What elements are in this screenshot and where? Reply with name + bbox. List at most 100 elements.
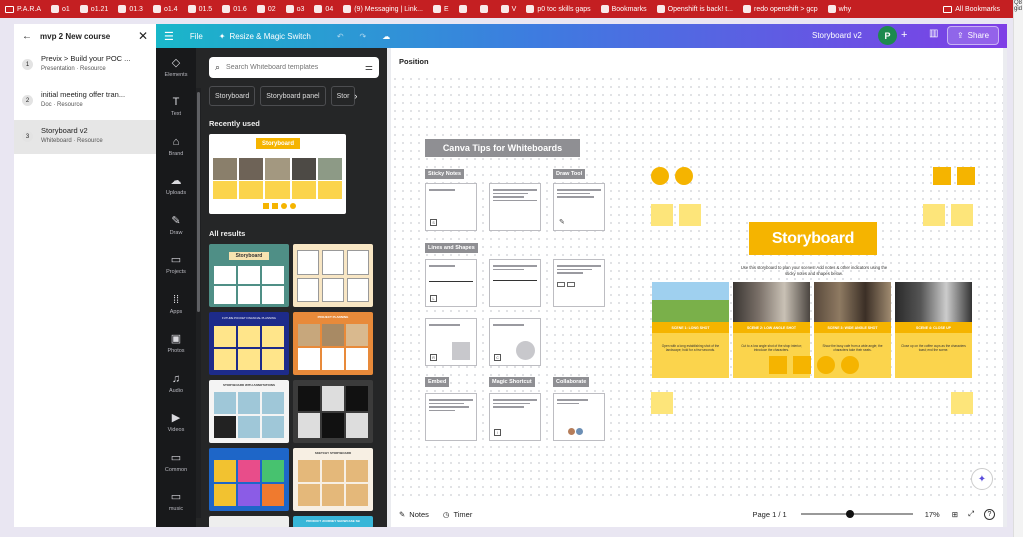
bookmark-item[interactable] xyxy=(475,5,496,13)
template-thumb[interactable] xyxy=(293,380,373,443)
rail-brand[interactable]: ⌂ Brand xyxy=(156,127,196,167)
sticky-note[interactable] xyxy=(679,204,701,226)
rail-music[interactable]: ▭ music xyxy=(156,483,196,523)
filter-chip[interactable]: Storyboard panel xyxy=(260,86,326,106)
document-title[interactable]: Storyboard v2 xyxy=(812,31,862,40)
tip-card[interactable]: / xyxy=(489,393,541,441)
template-search[interactable]: ⌕ ⚌ xyxy=(209,57,379,78)
rail-common[interactable]: ▭ Common xyxy=(156,443,196,483)
course-item[interactable]: 1 Previx > Build your POC ... Presentation… xyxy=(14,48,156,82)
bookmark-item[interactable]: E xyxy=(428,5,454,13)
sticky-note[interactable] xyxy=(651,204,673,226)
rail-audio[interactable]: ♫ Audio xyxy=(156,364,196,404)
bookmark-item[interactable]: o1 xyxy=(46,5,75,13)
insights-chart-icon[interactable]: ▥ xyxy=(929,28,938,39)
bookmark-item[interactable]: 01.3 xyxy=(113,5,148,13)
bookmark-item[interactable]: Openshift is back! t... xyxy=(652,5,738,13)
sticker-circle[interactable] xyxy=(675,167,693,185)
bookmark-item[interactable]: (9) Messaging | Link... xyxy=(338,5,428,13)
redo-icon[interactable]: ↷ xyxy=(352,24,375,48)
undo-icon[interactable]: ↶ xyxy=(329,24,352,48)
zoom-slider[interactable] xyxy=(800,509,913,519)
bookmark-item[interactable] xyxy=(454,5,475,13)
bookmark-item[interactable]: why xyxy=(823,5,856,13)
tip-card[interactable] xyxy=(553,393,605,441)
sticker-circle[interactable] xyxy=(841,356,859,374)
template-thumb[interactable]: PROJECT PLANNING xyxy=(293,312,373,375)
tip-card[interactable]: ✎ xyxy=(553,183,605,231)
rail-photos[interactable]: ▣ Photos xyxy=(156,325,196,365)
bookmark-item[interactable]: Bookmarks xyxy=(596,5,652,13)
magic-assistant-button[interactable]: ✦ xyxy=(971,468,993,490)
tip-card[interactable] xyxy=(425,393,477,441)
rail-draw[interactable]: ✎ Draw xyxy=(156,206,196,246)
timer-button[interactable]: ◷ Timer xyxy=(443,510,472,519)
template-thumb[interactable]: Storyboard xyxy=(209,244,289,307)
template-thumb[interactable]: PRODUCT JOURNEY SHOWCASE SB xyxy=(293,516,373,527)
scene-note[interactable]: Open with a long establishing shot of th… xyxy=(652,333,729,378)
position-button[interactable]: Position xyxy=(399,57,429,66)
scene-image[interactable] xyxy=(895,282,972,322)
zoom-percentage[interactable]: 17% xyxy=(925,510,940,519)
whiteboard[interactable]: Canva Tips for Whiteboards Sticky Notes … xyxy=(391,75,1003,501)
bookmark-item[interactable]: o3 xyxy=(281,5,310,13)
sticky-note[interactable] xyxy=(923,204,945,226)
zoom-thumb[interactable] xyxy=(845,510,854,518)
filter-chip[interactable]: Storyboard xyxy=(209,86,256,106)
sticker-square[interactable] xyxy=(957,167,975,185)
file-menu[interactable]: File xyxy=(182,24,211,48)
rail-projects[interactable]: ▭ Projects xyxy=(156,246,196,286)
sticky-note[interactable] xyxy=(951,392,973,414)
search-input[interactable] xyxy=(226,64,347,71)
back-arrow-icon[interactable]: ← xyxy=(22,31,32,42)
rail-apps[interactable]: ⁞⁞ Apps xyxy=(156,285,196,325)
page-indicator[interactable]: Page 1 / 1 xyxy=(752,510,786,519)
cloud-sync-icon[interactable]: ☁ xyxy=(374,24,398,48)
scene-image[interactable] xyxy=(733,282,810,322)
share-button[interactable]: ⇪ Share xyxy=(947,26,999,45)
sticker-circle[interactable] xyxy=(817,356,835,374)
scene-image[interactable] xyxy=(652,282,729,322)
filter-icon[interactable]: ⚌ xyxy=(365,62,373,73)
sticker-square[interactable] xyxy=(933,167,951,185)
chevron-right-icon[interactable]: › xyxy=(354,86,357,106)
tip-card[interactable]: S xyxy=(425,183,477,231)
bookmark-item[interactable]: P.A.R.A xyxy=(0,5,46,13)
bookmark-item[interactable]: p0 toc skills gaps xyxy=(521,5,595,13)
menu-icon[interactable]: ☰ xyxy=(156,24,182,48)
rail-elements[interactable]: ◇ Elements xyxy=(156,48,196,88)
tip-card[interactable]: L xyxy=(425,259,477,307)
rail-uploads[interactable]: ☁ Uploads xyxy=(156,167,196,207)
bookmark-item[interactable]: 02 xyxy=(252,5,281,13)
template-thumb[interactable] xyxy=(209,448,289,511)
course-item[interactable]: 3 Storyboard v2 Whiteboard · Resource xyxy=(14,120,156,154)
tip-card[interactable]: R xyxy=(425,318,477,366)
bookmark-item[interactable]: 04 xyxy=(309,5,338,13)
help-icon[interactable]: ? xyxy=(984,508,995,520)
bookmark-item[interactable]: o1.21 xyxy=(75,5,114,13)
notes-button[interactable]: ✎ Notes xyxy=(399,510,429,519)
fullscreen-icon[interactable]: ⤢ xyxy=(968,509,974,519)
tip-card[interactable]: C xyxy=(489,318,541,366)
course-item[interactable]: 2 initial meeting offer tran... Doc · Reso… xyxy=(14,84,156,118)
storyboard-title[interactable]: Storyboard xyxy=(749,222,877,255)
bookmark-item[interactable]: 01.6 xyxy=(217,5,252,13)
template-thumb[interactable]: SKETCHY STORYBOARD xyxy=(293,448,373,511)
recent-template-card[interactable]: Storyboard xyxy=(209,134,346,214)
sticky-note[interactable] xyxy=(951,204,973,226)
grid-view-icon[interactable]: ⊞ xyxy=(952,510,958,519)
bookmark-item[interactable]: o1.4 xyxy=(148,5,183,13)
tip-card[interactable] xyxy=(489,183,541,231)
rail-videos[interactable]: ▶ Videos xyxy=(156,404,196,444)
avatar[interactable]: P xyxy=(878,26,897,45)
tip-card[interactable] xyxy=(489,259,541,307)
tip-card[interactable] xyxy=(553,259,605,307)
template-thumb[interactable]: STORYBOARD WITH ANNOTATIONS xyxy=(209,380,289,443)
panel-scrollbar[interactable] xyxy=(197,92,200,312)
bookmark-item[interactable]: 01.5 xyxy=(183,5,218,13)
template-thumb[interactable] xyxy=(209,516,289,527)
close-icon[interactable]: ✕ xyxy=(138,29,148,43)
sticker-square[interactable] xyxy=(769,356,787,374)
sticker-square[interactable] xyxy=(793,356,811,374)
sticky-note[interactable] xyxy=(651,392,673,414)
